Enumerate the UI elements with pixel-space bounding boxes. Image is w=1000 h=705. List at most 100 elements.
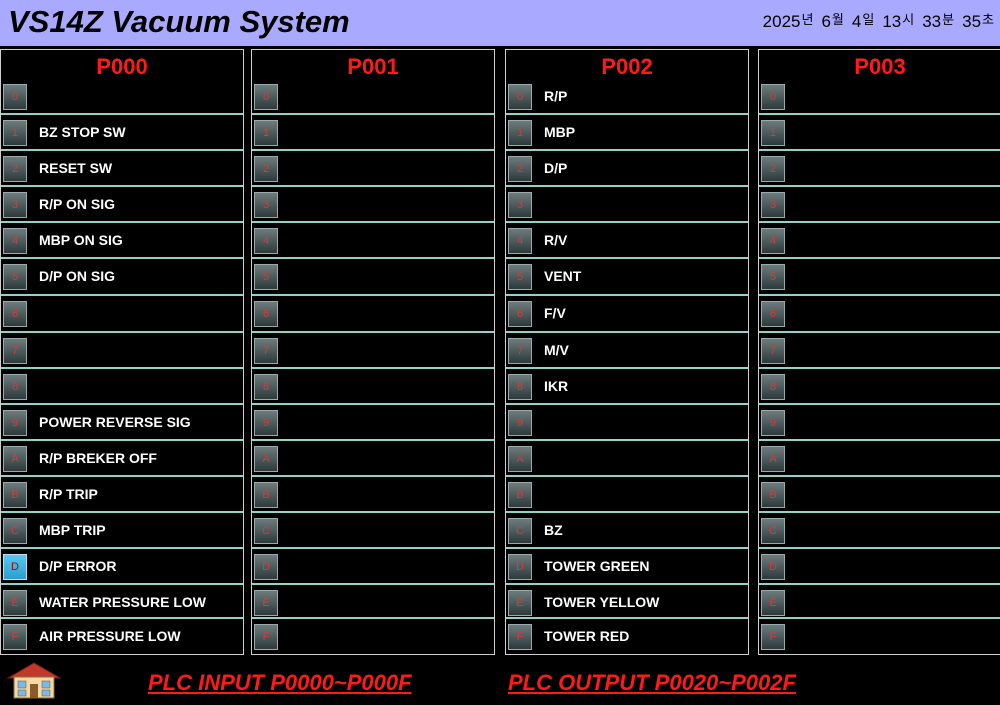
second-unit: 초 [982,12,994,27]
bit-indicator: D [254,554,278,580]
plc-input-range: PLC INPUT P0000~P000F [148,670,412,695]
bit-indicator: 3 [3,192,27,218]
bit-indicator: 2 [3,156,27,182]
io-label: VENT [544,268,582,284]
date-time-display: 2025 년 6월 4일 13 시 33 분 35 초 [763,12,994,32]
bit-indicator: B [3,482,27,508]
bit-indicator: B [761,482,785,508]
io-label: MBP [544,124,576,140]
io-row: 0 [759,79,1000,115]
bit-indicator: E [508,590,532,616]
bit-indicator: 8 [761,374,785,400]
io-label: R/P ON SIG [39,196,115,212]
io-row: 7 [759,333,1000,369]
bit-indicator: 3 [761,192,785,218]
bit-indicator: 4 [3,228,27,254]
io-row: F TOWER RED [506,619,748,655]
io-row: B [506,477,748,513]
io-row: 3 R/P ON SIG [1,187,243,223]
bit-indicator: 6 [3,301,27,327]
minute-unit: 분 [942,12,955,27]
bit-indicator: 7 [254,338,278,364]
io-row: D D/P ERROR [1,549,243,585]
bit-indicator: A [508,446,532,472]
hour-unit: 시 [902,12,915,27]
io-row: C BZ [506,513,748,549]
io-row: 4 [759,223,1000,259]
panel-title: P001 [347,54,399,79]
bit-indicator: 6 [508,301,532,327]
app-title: VS14Z Vacuum System [8,4,350,39]
io-row: C MBP TRIP [1,513,243,549]
io-row: 7 [1,333,243,369]
io-row: 5 D/P ON SIG [1,259,243,296]
bit-indicator: F [508,624,532,650]
io-row: D [252,549,494,585]
io-row: A R/P BREKER OFF [1,441,243,477]
bit-indicator: B [508,482,532,508]
year-value: 2025 [762,12,801,31]
io-label: R/P BREKER OFF [39,450,157,466]
io-row: C [759,513,1000,549]
io-row: 8 [252,369,494,405]
bit-indicator: D [3,554,27,580]
io-row: 8 IKR [506,369,748,405]
year-unit: 년 [801,12,814,27]
bit-indicator: 9 [254,410,278,436]
io-label: AIR PRESSURE LOW [39,628,181,644]
bit-indicator: E [3,590,27,616]
bit-indicator: 0 [254,84,278,110]
bit-indicator: D [508,554,532,580]
bit-indicator: 5 [761,264,785,290]
io-row: 8 [1,369,243,405]
io-label: TOWER RED [544,628,630,644]
bit-indicator: 7 [3,338,27,364]
io-label: F/V [544,305,566,321]
bit-indicator: C [254,518,278,544]
io-row: E [759,585,1000,619]
io-row: 9 [759,405,1000,441]
io-row: 0 [252,79,494,115]
bit-indicator: 6 [761,301,785,327]
io-row: 1 [759,115,1000,151]
io-row: 3 [759,187,1000,223]
bit-indicator: 8 [508,374,532,400]
io-label: R/P [544,88,568,104]
io-row: F [252,619,494,655]
io-row: F AIR PRESSURE LOW [1,619,243,655]
bit-indicator: 1 [3,120,27,146]
io-row: 7 [252,333,494,369]
header-bar: VS14Z Vacuum System 2025 년 6월 4일 13 시 33 분 … [0,0,1000,46]
bit-indicator: 0 [761,84,785,110]
io-row: 5 VENT [506,259,748,296]
io-label: RESET SW [39,160,113,176]
panel-3: P003 0 1 2 3 4 5 6 7 8 9 A B C D E F [758,49,1000,655]
io-label: TOWER YELLOW [544,594,660,610]
io-label: D/P ERROR [39,558,117,574]
bit-indicator: 4 [761,228,785,254]
bit-indicator: C [508,518,532,544]
io-label: R/V [544,232,568,248]
second-value: 35 [962,12,982,31]
bit-indicator: 2 [761,156,785,182]
home-button[interactable] [4,660,64,700]
io-row: 5 [759,259,1000,296]
bit-indicator: 8 [254,374,278,400]
hour-value: 13 [882,12,902,31]
io-label: BZ STOP SW [39,124,126,140]
io-row: A [252,441,494,477]
io-label: TOWER GREEN [544,558,650,574]
plc-output-range: PLC OUTPUT P0020~P002F [508,670,796,695]
bit-indicator: 4 [254,228,278,254]
io-row: 4 [252,223,494,259]
io-row: 5 [252,259,494,296]
io-row: 6 [1,296,243,333]
bit-indicator: F [3,624,27,650]
io-row: 9 POWER REVERSE SIG [1,405,243,441]
io-row: 2 RESET SW [1,151,243,187]
io-row: 6 F/V [506,296,748,333]
panel-0: P000 0 1 BZ STOP SW 2 RESET SW 3 R/P ON SIG 4 MBP… [0,49,244,655]
bit-indicator: 5 [3,264,27,290]
bit-indicator: C [3,518,27,544]
io-row: 4 R/V [506,223,748,259]
